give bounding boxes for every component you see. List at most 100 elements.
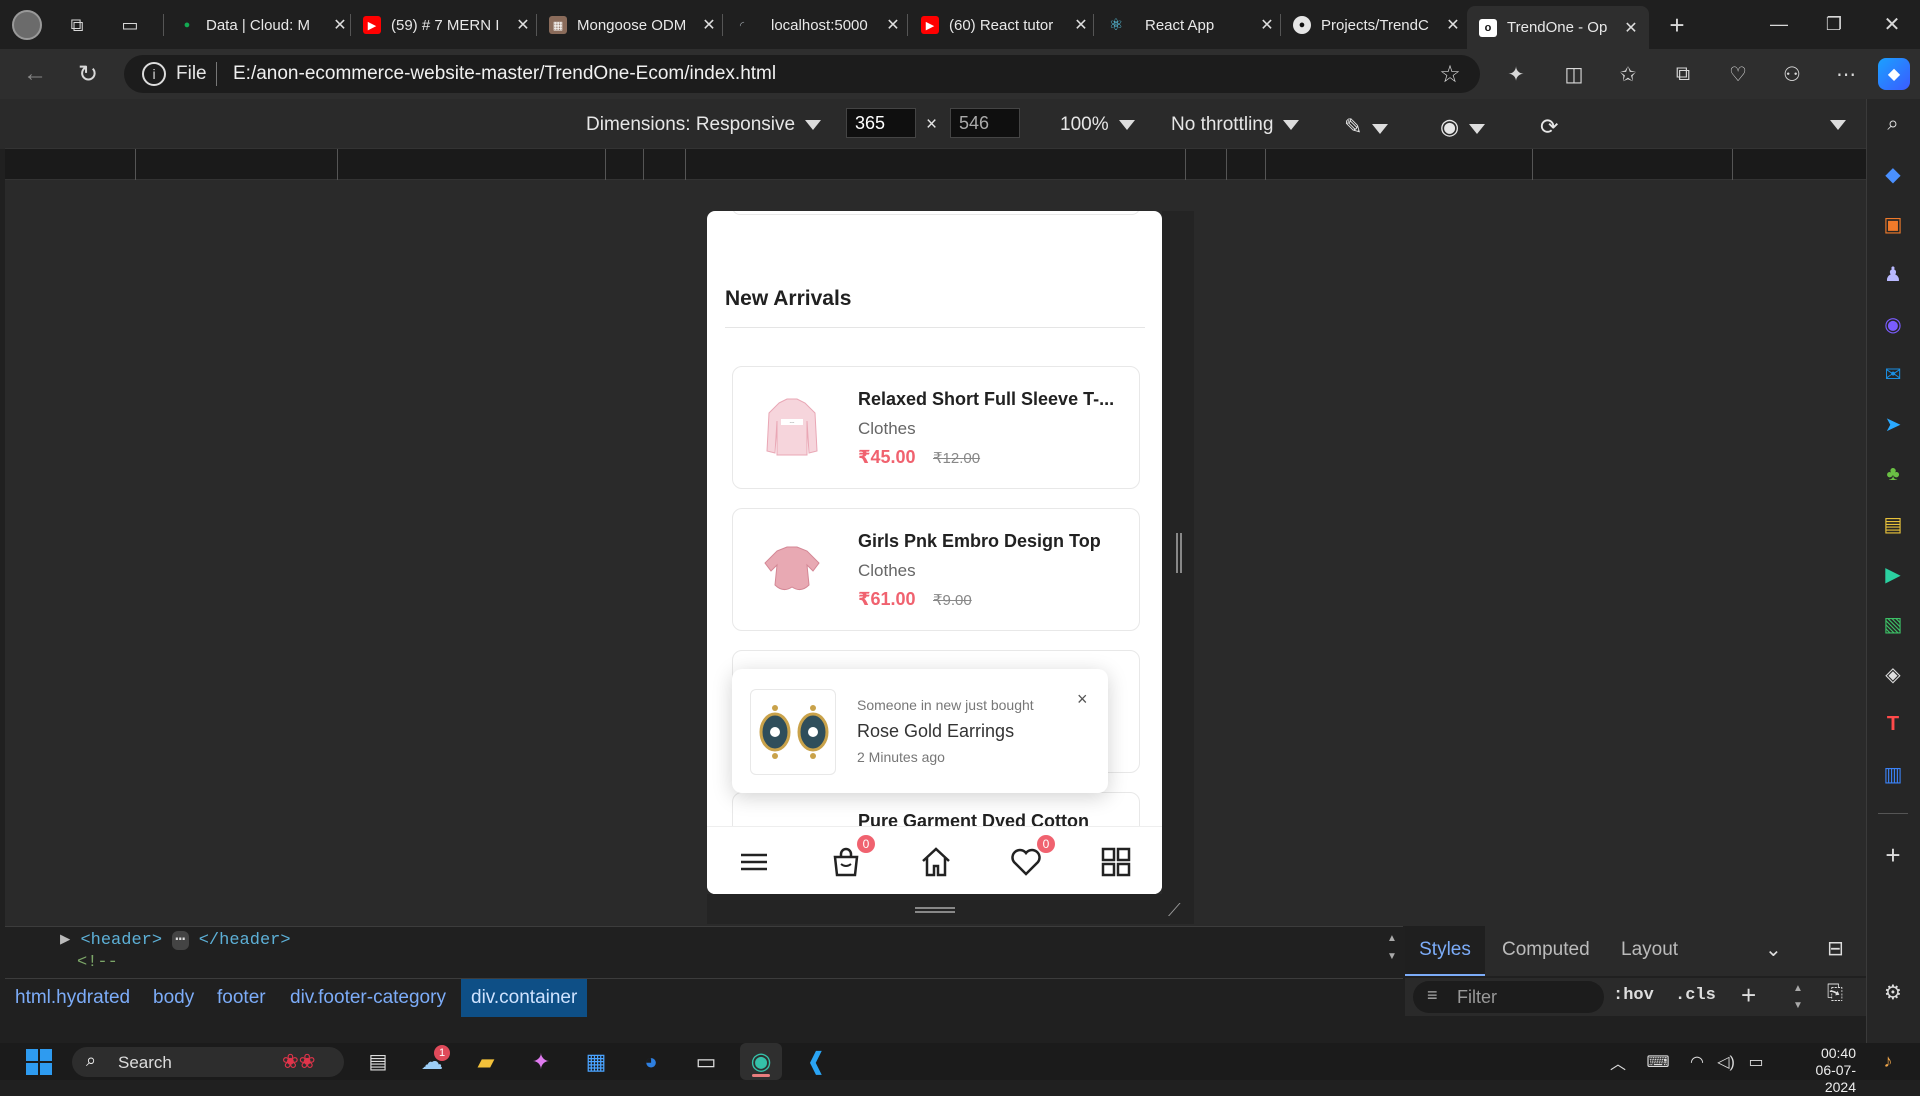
tab-localhost[interactable]: ◜ localhost:5000 ✕ (733, 8, 901, 42)
settings-icon[interactable]: ⚙ (1879, 978, 1907, 1006)
add-icon[interactable]: + (1879, 840, 1907, 870)
tab-layout[interactable]: Layout (1621, 939, 1678, 961)
breadcrumb-html[interactable]: html.hydrated (15, 987, 130, 1009)
product-card[interactable]: Girls Pnk Embro Design Top Clothes ₹61.0… (732, 508, 1140, 631)
remote-desktop-icon[interactable]: ▭ (690, 1043, 722, 1080)
tab-mongodb[interactable]: ● Data | Cloud: M ✕ (178, 8, 348, 42)
cart-button[interactable]: 0 (829, 835, 875, 879)
close-icon[interactable]: ✕ (1259, 15, 1275, 35)
profile-avatar[interactable] (12, 10, 42, 40)
more-menu-icon[interactable]: ⋯ (1832, 60, 1860, 88)
search-icon[interactable]: ⌕ (1879, 110, 1907, 138)
copilot-icon[interactable]: ◆ (1878, 58, 1910, 90)
clock[interactable]: 00:40 06-07-2024 (1786, 1045, 1856, 1096)
share-icon[interactable]: ⚇ (1778, 60, 1806, 88)
new-style-rule-icon[interactable]: + (1741, 980, 1756, 1011)
close-icon[interactable]: × (1077, 689, 1088, 710)
home-icon[interactable] (919, 845, 953, 879)
volume-icon[interactable]: ◁) (1713, 1043, 1739, 1080)
vertical-tabs-icon[interactable]: ▭ (117, 12, 143, 38)
close-icon[interactable]: ✕ (701, 15, 717, 35)
chevron-up-icon[interactable]: ︿ (1606, 1043, 1630, 1080)
breadcrumb-container[interactable]: div.container (461, 979, 588, 1017)
send-icon[interactable]: ➤ (1879, 410, 1907, 438)
tab-github[interactable]: ● Projects/TrendC ✕ (1293, 8, 1461, 42)
expand-triangle-icon[interactable]: ▶ (60, 931, 70, 950)
diamond-icon[interactable]: ◈ (1879, 660, 1907, 688)
info-icon[interactable]: i (142, 62, 166, 86)
games-icon[interactable]: ♟ (1879, 260, 1907, 288)
breadcrumb-footer[interactable]: footer (217, 987, 266, 1009)
header-node[interactable]: ▶ <header> ⋯ </header> (60, 929, 291, 950)
dock-icon[interactable]: ⊟ (1827, 936, 1844, 961)
zoom-dropdown[interactable]: 100% (1060, 114, 1135, 136)
height-input[interactable]: 546 (950, 108, 1020, 138)
close-icon[interactable]: ✕ (1623, 18, 1639, 38)
comment-node[interactable]: <!-- (77, 953, 118, 972)
weather-icon[interactable]: ☁ 1 (416, 1043, 450, 1080)
tab-styles[interactable]: Styles (1405, 926, 1485, 976)
vscode-icon[interactable]: ❰ (800, 1043, 832, 1080)
purchase-toast[interactable]: Someone in new just bought Rose Gold Ear… (732, 669, 1108, 793)
elements-scrollbar[interactable]: ▲ ▼ (1385, 930, 1399, 974)
dimensions-dropdown[interactable]: Dimensions: Responsive (586, 114, 822, 136)
wishlist-button[interactable]: 0 (1009, 835, 1055, 879)
security-icon[interactable]: ◕ (635, 1043, 667, 1080)
tab-youtube-react[interactable]: ▶ (60) React tutor ✕ (921, 8, 1089, 42)
tab-react-app[interactable]: ⚛ React App ✕ (1107, 8, 1275, 42)
breadcrumb-body[interactable]: body (153, 987, 194, 1009)
throttling-dropdown[interactable]: No throttling (1171, 114, 1300, 136)
device-mode-icon[interactable]: ⎘ (1827, 982, 1843, 1005)
browser-essentials-icon[interactable]: ♡ (1724, 60, 1752, 88)
restore-icon[interactable]: ❐ (1820, 10, 1848, 38)
keyboard-icon[interactable]: ⌨ (1644, 1043, 1672, 1080)
task-view-icon[interactable]: ▤ (362, 1043, 394, 1080)
t-logo-icon[interactable]: T (1879, 710, 1907, 738)
eyedropper-dropdown[interactable]: ✎ (1344, 114, 1389, 140)
favorite-star-icon[interactable]: ☆ (1436, 60, 1464, 88)
extensions-icon[interactable]: ✦ (1502, 60, 1530, 88)
close-window-icon[interactable]: ✕ (1878, 10, 1906, 38)
url-text[interactable]: E:/anon-ecommerce-website-master/TrendOn… (233, 63, 776, 85)
filter-input[interactable]: ≡ Filter (1413, 981, 1604, 1013)
breadcrumb-footer-category[interactable]: div.footer-category (290, 987, 446, 1009)
back-icon[interactable]: ← (20, 60, 50, 88)
copilot-side-icon[interactable]: ◉ (1879, 310, 1907, 338)
favorites-icon[interactable]: ✩ (1614, 60, 1642, 88)
tools-icon[interactable]: ▣ (1879, 210, 1907, 238)
tab-computed[interactable]: Computed (1502, 939, 1590, 961)
taskbar-search-input[interactable]: ⌕ Search ❀❀ (72, 1047, 344, 1077)
resize-handle-right[interactable] (1176, 533, 1182, 573)
copilot-taskbar-icon[interactable]: ✦ (525, 1043, 557, 1080)
collections-icon[interactable]: ⧉ (1669, 60, 1697, 88)
windows-start-icon[interactable] (24, 1043, 54, 1080)
battery-icon[interactable]: ▭ (1743, 1043, 1769, 1080)
more-options-dropdown[interactable] (1820, 114, 1846, 136)
shopping-tag-icon[interactable]: ◆ (1879, 160, 1907, 188)
cls-toggle[interactable]: .cls (1675, 986, 1716, 1005)
close-icon[interactable]: ✕ (1445, 15, 1461, 35)
minimize-icon[interactable]: — (1765, 10, 1793, 38)
tab-trendone[interactable]: o TrendOne - Op ✕ (1467, 6, 1649, 49)
image-icon[interactable]: ▤ (1879, 510, 1907, 538)
resize-handle-bottom[interactable] (915, 907, 955, 913)
menu-icon[interactable] (737, 845, 771, 879)
split-screen-icon[interactable]: ◫ (1560, 60, 1588, 88)
store-icon[interactable]: ▦ (580, 1043, 612, 1080)
file-explorer-icon[interactable]: ▰ (470, 1043, 502, 1080)
close-icon[interactable]: ✕ (332, 15, 348, 35)
close-icon[interactable]: ✕ (1073, 15, 1089, 35)
wifi-icon[interactable]: ◠ (1684, 1043, 1710, 1080)
ellipsis-icon[interactable]: ⋯ (172, 931, 189, 950)
tree-icon[interactable]: ♣ (1879, 460, 1907, 488)
resize-corner-icon[interactable]: ⟋ (1168, 900, 1181, 921)
grid-icon[interactable] (1099, 845, 1133, 879)
media-query-bar[interactable] (5, 148, 1866, 181)
outlook-icon[interactable]: ✉ (1879, 360, 1907, 388)
rotate-icon[interactable]: ⟳ (1540, 114, 1558, 140)
play-icon[interactable]: ▶ (1879, 560, 1907, 588)
new-tab-icon[interactable]: + (1663, 10, 1691, 40)
hov-toggle[interactable]: :hov (1613, 986, 1654, 1005)
tab-youtube-mern[interactable]: ▶ (59) # 7 MERN I ✕ (363, 8, 531, 42)
product-name[interactable]: Relaxed Short Full Sleeve T-... (858, 389, 1114, 410)
